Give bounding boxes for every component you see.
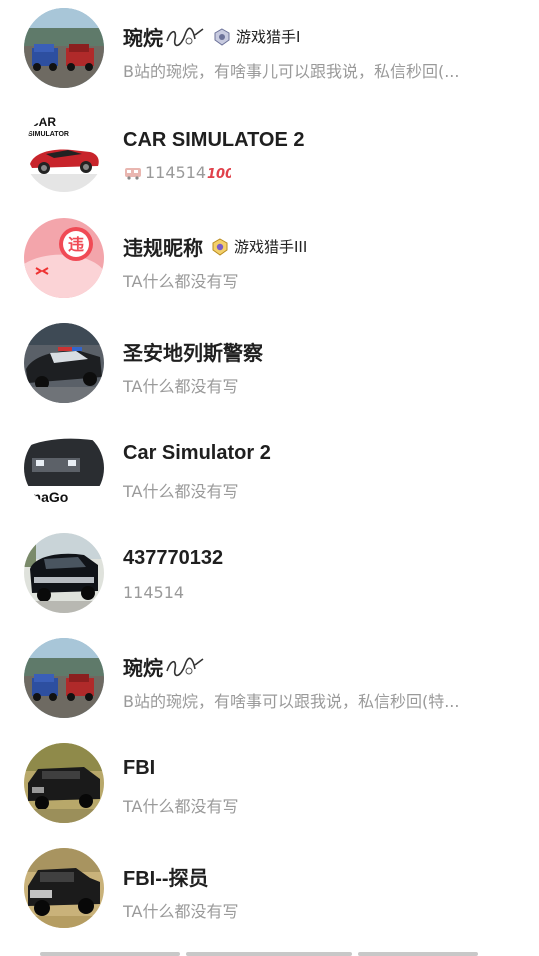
user-signature: TA什么都没有写 [123, 482, 239, 501]
svg-text:100: 100 [207, 167, 231, 181]
game-hunter-badge-icon [212, 237, 228, 256]
train-icon [125, 167, 141, 180]
signature-flourish-icon [166, 27, 204, 46]
avatar[interactable] [24, 533, 104, 613]
next-row-peek [0, 950, 539, 956]
user-signature-line: 114514 100 [123, 163, 503, 182]
two-cars-avatar-image [24, 638, 104, 718]
user-name: CAR SIMULATOE 2 [123, 129, 305, 151]
user-name: FBI [123, 757, 156, 779]
avatar[interactable] [24, 8, 104, 88]
peek-bar [358, 952, 478, 956]
list-item[interactable]: FBI--探员 TA什么都没有写 [0, 840, 539, 945]
avatar[interactable] [24, 638, 104, 718]
list-item[interactable]: 琬烷 B站的琬烷，有啥事可以跟我说，私信秒回(特... [0, 630, 539, 735]
avatar[interactable] [24, 848, 104, 928]
user-name: 违规昵称 [123, 238, 203, 260]
two-cars-avatar-image [24, 8, 104, 88]
violation-avatar-image: 违 [24, 218, 104, 298]
user-name: 圣安地列斯警察 [123, 343, 263, 365]
user-name: 437770132 [123, 547, 224, 569]
avatar[interactable]: onaGo [24, 428, 104, 508]
dark-suv-avatar-image: onaGo [24, 428, 104, 508]
user-name: FBI--探员 [123, 868, 209, 890]
svg-text:onaGo: onaGo [24, 489, 68, 505]
user-signature: B站的琬烷，有啥事儿可以跟我说，私信秒回(... [123, 62, 460, 81]
user-name: Car Simulator 2 [123, 442, 271, 464]
list-item[interactable]: CAR SIMULATOR CAR SIMULATOE 2 114514 100 [0, 105, 539, 210]
list-item[interactable]: 违 违规昵称 游戏猎手III TA什么都没有写 [0, 210, 539, 315]
svg-text:CAR: CAR [30, 115, 56, 129]
svg-text:SIMULATOR: SIMULATOR [28, 131, 69, 138]
user-signature: 114514 [145, 163, 207, 182]
game-hunter-badge-icon [214, 27, 230, 46]
violation-label: 违 [68, 235, 84, 254]
peek-bar [186, 952, 352, 956]
signature-flourish-icon [166, 657, 204, 676]
list-item[interactable]: onaGo Car Simulator 2 TA什么都没有写 [0, 420, 539, 525]
avatar[interactable]: 违 [24, 218, 104, 298]
user-signature: TA什么都没有写 [123, 902, 239, 921]
user-name: 琬烷 [123, 658, 163, 680]
black-sedan-avatar-image [24, 743, 104, 823]
black-truck-avatar-image [24, 848, 104, 928]
user-signature: 114514 [123, 583, 185, 602]
avatar[interactable] [24, 743, 104, 823]
hundred-emoji-icon: 100 [207, 167, 231, 181]
car-simulator-logo-image: CAR SIMULATOR [24, 112, 104, 192]
following-list: 琬烷 游戏猎手I B站的琬烷，有啥事儿可以跟我说，私信秒回(... CAR SI… [0, 0, 539, 945]
user-signature: TA什么都没有写 [123, 377, 239, 396]
badge-label: 游戏猎手I [236, 28, 301, 46]
black-suv-avatar-image [24, 533, 104, 613]
list-item[interactable]: 琬烷 游戏猎手I B站的琬烷，有啥事儿可以跟我说，私信秒回(... [0, 0, 539, 105]
badge-label: 游戏猎手III [234, 238, 308, 256]
list-item[interactable]: 437770132 114514 [0, 525, 539, 630]
user-signature: B站的琬烷，有啥事可以跟我说，私信秒回(特... [123, 692, 460, 711]
user-signature: TA什么都没有写 [123, 272, 239, 291]
police-car-avatar-image [24, 323, 104, 403]
user-signature: TA什么都没有写 [123, 797, 239, 816]
list-item[interactable]: FBI TA什么都没有写 [0, 735, 539, 840]
avatar[interactable] [24, 323, 104, 403]
list-item[interactable]: 圣安地列斯警察 TA什么都没有写 [0, 315, 539, 420]
user-name: 琬烷 [123, 28, 163, 50]
peek-bar [40, 952, 180, 956]
avatar[interactable]: CAR SIMULATOR [24, 112, 104, 192]
